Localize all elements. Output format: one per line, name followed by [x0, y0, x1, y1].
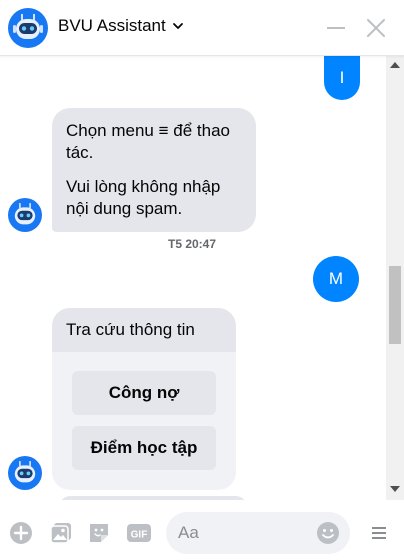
- close-icon: [367, 19, 385, 37]
- add-icon: [10, 522, 32, 544]
- quick-reply-card: Tra cứu thông tin Công nợ Điểm học tập: [52, 308, 236, 490]
- message-timestamp: T5 20:47: [167, 237, 217, 251]
- chat-title-dropdown[interactable]: BVU Assistant: [58, 16, 184, 36]
- robot-icon: [8, 198, 42, 232]
- message-input[interactable]: [178, 512, 308, 554]
- scroll-thumb[interactable]: [389, 266, 401, 344]
- scroll-down-icon[interactable]: [390, 486, 400, 492]
- gif-label: GIF: [131, 530, 148, 541]
- emoji-icon[interactable]: [316, 521, 340, 545]
- image-icon: [50, 523, 71, 544]
- message-input-wrapper[interactable]: [166, 512, 350, 554]
- diem-hoc-tap-button[interactable]: Điểm học tập: [72, 426, 216, 470]
- minimize-icon: [327, 27, 345, 29]
- message-list[interactable]: I Chọn menu ≡ để thao tác. Vui lòng khôn…: [0, 56, 404, 500]
- outgoing-message[interactable]: I: [324, 56, 360, 100]
- message-text-line: Chọn menu ≡ để thao tác.: [66, 121, 230, 162]
- chat-title: BVU Assistant: [58, 16, 166, 35]
- chat-header: BVU Assistant: [0, 0, 404, 56]
- message-composer: GIF: [0, 500, 404, 560]
- minimize-button[interactable]: [322, 14, 350, 42]
- add-button[interactable]: [8, 520, 34, 546]
- card-title: Tra cứu thông tin: [52, 308, 236, 352]
- gif-icon: GIF: [127, 524, 151, 542]
- persistent-menu-button[interactable]: [366, 520, 392, 546]
- menu-icon: [372, 527, 386, 539]
- message-text-line: Vui lòng không nhập nội dung spam.: [66, 177, 221, 218]
- gif-button[interactable]: GIF: [126, 520, 152, 546]
- cong-no-button[interactable]: Công nợ: [72, 371, 216, 415]
- image-button[interactable]: [48, 520, 74, 546]
- scroll-up-icon[interactable]: [390, 62, 400, 68]
- outgoing-message[interactable]: M: [313, 256, 359, 302]
- incoming-message[interactable]: Chọn menu ≡ để thao tác. Vui lòng không …: [52, 108, 256, 232]
- robot-icon[interactable]: [8, 8, 48, 48]
- close-button[interactable]: [362, 14, 390, 42]
- sticker-button[interactable]: [86, 520, 112, 546]
- chevron-down-icon: [172, 23, 183, 29]
- scrollbar[interactable]: [386, 56, 404, 500]
- robot-icon: [8, 456, 42, 490]
- sticker-icon: [90, 524, 108, 542]
